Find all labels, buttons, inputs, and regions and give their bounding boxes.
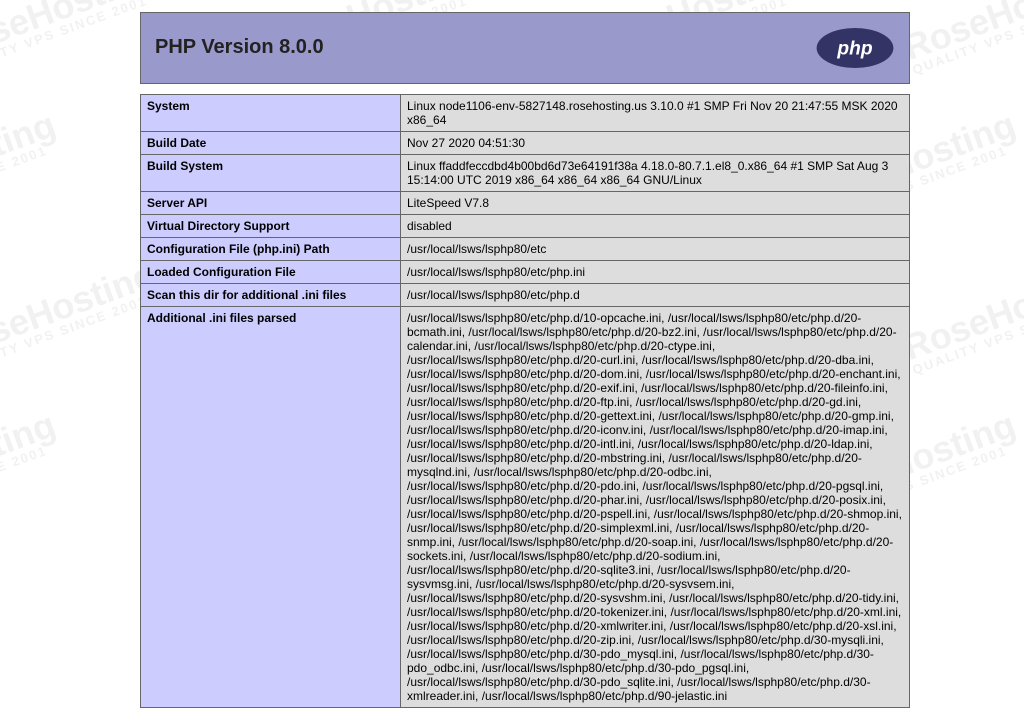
table-row: Additional .ini files parsed/usr/local/l… bbox=[141, 306, 910, 707]
page-title: PHP Version 8.0.0 bbox=[155, 36, 324, 59]
row-value: /usr/local/lsws/lsphp80/etc/php.ini bbox=[401, 260, 910, 283]
table-row: SystemLinux node1106-env-5827148.rosehos… bbox=[141, 94, 910, 131]
row-value: /usr/local/lsws/lsphp80/etc/php.d bbox=[401, 283, 910, 306]
table-row: Build DateNov 27 2020 04:51:30 bbox=[141, 131, 910, 154]
row-label: Additional .ini files parsed bbox=[141, 306, 401, 707]
row-label: Build Date bbox=[141, 131, 401, 154]
svg-text:php: php bbox=[836, 38, 872, 59]
row-value: Nov 27 2020 04:51:30 bbox=[401, 131, 910, 154]
row-label: Loaded Configuration File bbox=[141, 260, 401, 283]
row-label: Configuration File (php.ini) Path bbox=[141, 237, 401, 260]
row-value: Linux node1106-env-5827148.rosehosting.u… bbox=[401, 94, 910, 131]
row-value: disabled bbox=[401, 214, 910, 237]
row-value: /usr/local/lsws/lsphp80/etc/php.d/10-opc… bbox=[401, 306, 910, 707]
table-row: Scan this dir for additional .ini files/… bbox=[141, 283, 910, 306]
table-row: Build SystemLinux ffaddfeccdbd4b00bd6d73… bbox=[141, 154, 910, 191]
table-row: Virtual Directory Supportdisabled bbox=[141, 214, 910, 237]
php-logo-icon: php bbox=[815, 27, 895, 69]
phpinfo-table: SystemLinux node1106-env-5827148.rosehos… bbox=[140, 94, 910, 708]
row-value: Linux ffaddfeccdbd4b00bd6d73e64191f38a 4… bbox=[401, 154, 910, 191]
phpinfo-header: PHP Version 8.0.0 php bbox=[140, 12, 910, 84]
table-row: Server APILiteSpeed V7.8 bbox=[141, 191, 910, 214]
row-label: System bbox=[141, 94, 401, 131]
table-row: Configuration File (php.ini) Path/usr/lo… bbox=[141, 237, 910, 260]
row-label: Server API bbox=[141, 191, 401, 214]
row-label: Scan this dir for additional .ini files bbox=[141, 283, 401, 306]
row-value: LiteSpeed V7.8 bbox=[401, 191, 910, 214]
table-row: Loaded Configuration File/usr/local/lsws… bbox=[141, 260, 910, 283]
row-value: /usr/local/lsws/lsphp80/etc bbox=[401, 237, 910, 260]
row-label: Build System bbox=[141, 154, 401, 191]
row-label: Virtual Directory Support bbox=[141, 214, 401, 237]
